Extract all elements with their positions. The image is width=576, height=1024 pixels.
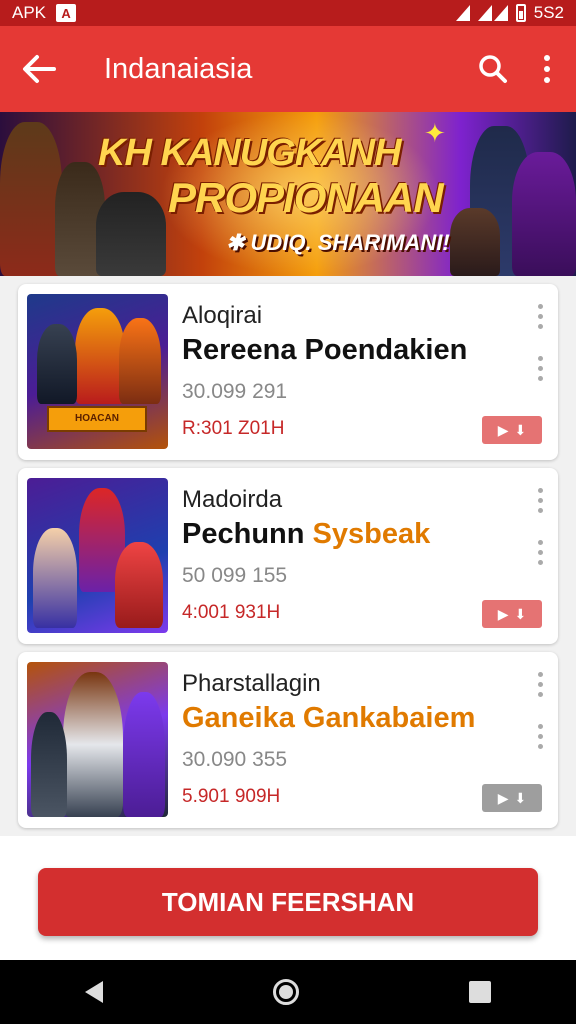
- banner-character: [512, 152, 576, 276]
- list-item[interactable]: HOACAN Aloqirai Rereena Poendakien 30.09…: [18, 284, 558, 460]
- primary-action-button[interactable]: TOMIAN FEERSHAN: [38, 868, 538, 936]
- app-bar: Indanaiasia: [0, 26, 576, 112]
- game-category: Madoirda: [182, 486, 283, 513]
- game-meta: 50 099 155: [182, 564, 288, 587]
- thumbnail-caption: HOACAN: [47, 406, 147, 432]
- game-price: R:301 Z01H: [182, 418, 285, 439]
- promo-banner[interactable]: KH KANUGKANH PROPIONAAN ✱ UDIQ. SHARIMAN…: [0, 112, 576, 276]
- game-price: 4:001 931H: [182, 602, 281, 623]
- banner-tagline: ✱ UDIQ. SHARIMANI!: [226, 230, 450, 255]
- play-icon: ▶: [497, 789, 509, 806]
- status-time: 5S2: [533, 3, 564, 22]
- back-button[interactable]: [0, 26, 78, 112]
- nav-recents-icon[interactable]: [469, 981, 491, 1003]
- list-item[interactable]: Madoirda Pechunn Sysbeak 50 099 155 4:00…: [18, 468, 558, 644]
- install-button[interactable]: ▶ ⬇: [482, 600, 542, 628]
- search-button[interactable]: [468, 26, 518, 112]
- game-title: Pechunn Sysbeak: [182, 518, 431, 550]
- banner-character: [0, 122, 62, 276]
- signal-icon: [477, 5, 508, 21]
- install-button[interactable]: ▶ ⬇: [482, 416, 542, 444]
- status-left: APK A: [12, 3, 77, 23]
- game-thumbnail: [27, 478, 168, 633]
- carrier-label: APK: [12, 3, 47, 22]
- back-arrow-icon: [23, 55, 56, 83]
- sparkle-icon: ✦: [424, 118, 446, 148]
- item-more-button[interactable]: [538, 356, 544, 381]
- download-icon: ⬇: [514, 789, 527, 806]
- search-icon: [479, 55, 507, 83]
- battery-icon: [515, 4, 526, 22]
- game-meta: 30.099 291: [182, 380, 288, 403]
- more-options-button[interactable]: [518, 26, 576, 112]
- game-title: Rereena Poendakien: [182, 334, 468, 366]
- status-right: 5S2: [455, 3, 564, 23]
- download-icon: ⬇: [514, 605, 527, 622]
- system-nav-bar: [0, 960, 576, 1024]
- item-more-button[interactable]: [538, 724, 544, 749]
- game-meta: 30.090 355: [182, 748, 288, 771]
- page-title: Indanaiasia: [104, 52, 253, 85]
- play-icon: ▶: [497, 605, 509, 622]
- wifi-icon: [455, 5, 470, 21]
- bottom-action-area: TOMIAN FEERSHAN: [0, 836, 576, 960]
- more-vert-icon: [544, 55, 550, 61]
- game-thumbnail: HOACAN: [27, 294, 168, 449]
- item-more-button[interactable]: [538, 488, 544, 513]
- game-price: 5.901 909H: [182, 786, 281, 807]
- download-icon: ⬇: [514, 421, 527, 438]
- play-icon: ▶: [497, 421, 509, 438]
- game-category: Pharstallagin: [182, 670, 321, 697]
- item-more-button[interactable]: [538, 304, 544, 329]
- banner-headline-1: KH KANUGKANH: [98, 132, 402, 174]
- game-thumbnail: [27, 662, 168, 817]
- nav-back-icon[interactable]: [85, 981, 103, 1003]
- app-notification-icon: A: [56, 4, 77, 22]
- nav-home-icon[interactable]: [273, 979, 299, 1005]
- game-category: Aloqirai: [182, 302, 263, 329]
- game-title: Ganeika Gankabaiem: [182, 702, 476, 734]
- item-more-button[interactable]: [538, 540, 544, 565]
- banner-character: [96, 192, 166, 276]
- game-list: HOACAN Aloqirai Rereena Poendakien 30.09…: [0, 276, 576, 836]
- status-bar: APK A 5S2: [0, 0, 576, 26]
- banner-headline-2: PROPIONAAN: [168, 174, 444, 221]
- install-button[interactable]: ▶ ⬇: [482, 784, 542, 812]
- list-item[interactable]: Pharstallagin Ganeika Gankabaiem 30.090 …: [18, 652, 558, 828]
- item-more-button[interactable]: [538, 672, 544, 697]
